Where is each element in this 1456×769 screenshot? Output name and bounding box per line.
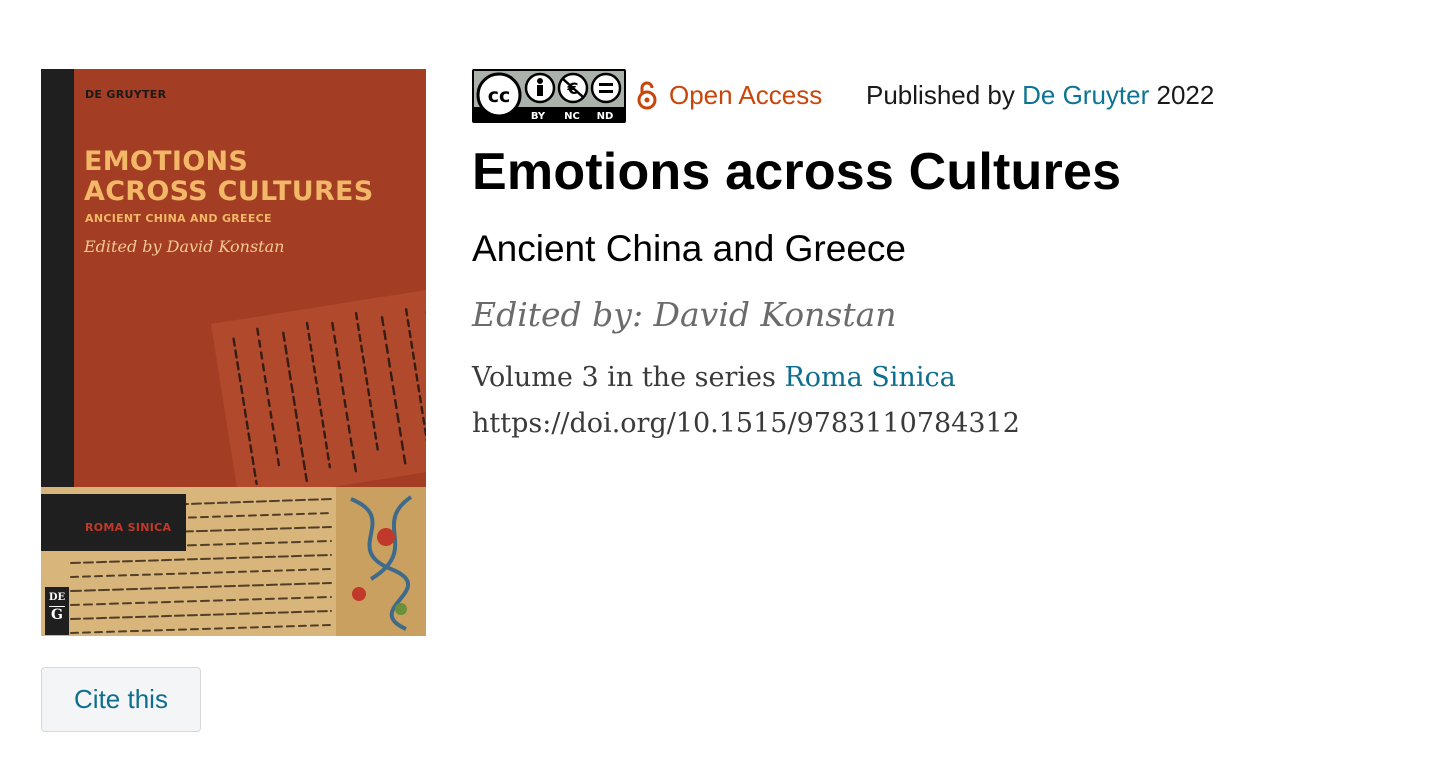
- open-access-label: Open Access: [669, 80, 823, 110]
- book-cover[interactable]: DE GRUYTER EMOTIONS ACROSS CULTURES ANCI…: [41, 69, 426, 636]
- series-line: Volume 3 in the series Roma Sinica: [472, 362, 956, 393]
- published-prefix: Published by: [866, 80, 1023, 110]
- de-gruyter-logo: DE G: [45, 587, 69, 635]
- publication-year: 2022: [1149, 80, 1215, 110]
- open-access-lock-icon: [637, 81, 657, 110]
- cc-term-nc: NC: [564, 111, 580, 122]
- series-prefix: Volume 3 in the series: [472, 362, 785, 393]
- series-link[interactable]: Roma Sinica: [784, 362, 955, 393]
- doi-link[interactable]: https://doi.org/10.1515/9783110784312: [472, 408, 1020, 439]
- cc-license-badge[interactable]: € cc BY NC ND: [472, 69, 626, 123]
- book-title: Emotions across Cultures: [472, 143, 1122, 201]
- edited-by: Edited by: David Konstan: [472, 295, 897, 334]
- cc-term-nd: ND: [597, 111, 614, 122]
- book-subtitle: Ancient China and Greece: [472, 228, 906, 269]
- cc-term-by: BY: [531, 111, 546, 122]
- publisher-link[interactable]: De Gruyter: [1022, 80, 1149, 110]
- cc-by-nc-nd-icon: € cc BY NC ND: [474, 71, 624, 122]
- logo-bottom: G: [51, 607, 63, 623]
- cover-series-label: ROMA SINICA: [85, 521, 172, 534]
- cc-label: cc: [488, 85, 511, 107]
- cite-this-button[interactable]: Cite this: [41, 667, 201, 732]
- published-by: Published by De Gruyter 2022: [866, 80, 1214, 111]
- logo-top: DE: [48, 592, 66, 603]
